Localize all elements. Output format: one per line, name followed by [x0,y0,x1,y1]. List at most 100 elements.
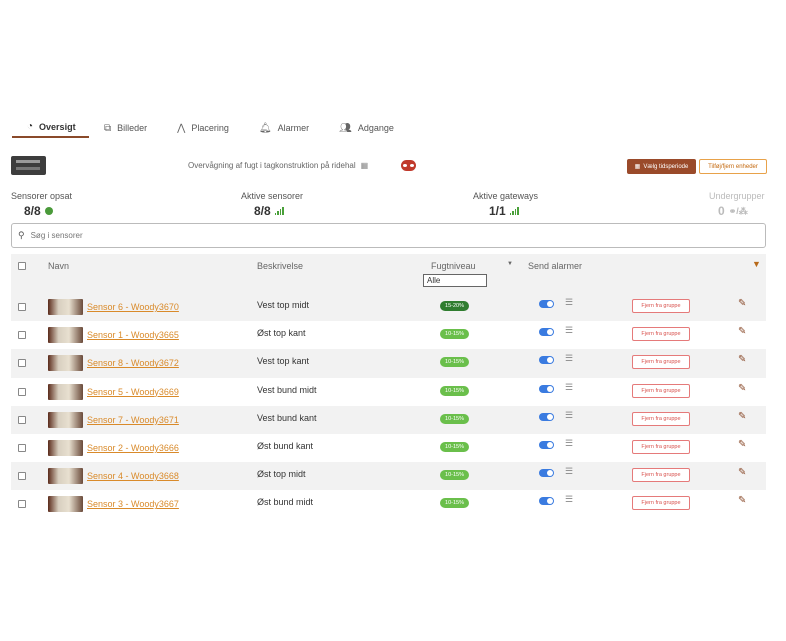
tab-billeder[interactable]: ⧉ Billeder [89,118,162,138]
sliders-icon[interactable]: ☰ [565,325,573,336]
sensor-thumbnail [48,383,83,400]
edit-icon[interactable]: ✎ [738,326,746,337]
sensor-description: Vest top midt [257,300,310,310]
map-icon[interactable]: ▦ [361,161,369,170]
tab-alarmer[interactable]: 🔔︎ Alarmer [244,118,324,138]
edit-icon[interactable]: ✎ [738,495,746,506]
row-checkbox[interactable] [18,500,26,509]
stat-sensors: Sensorer opsat 8/8 [11,191,72,218]
sliders-icon[interactable]: ☰ [565,494,573,505]
sensor-name-link[interactable]: Sensor 8 - Woody3672 [87,358,179,368]
users-icon: 👥︎ [339,122,352,134]
row-checkbox[interactable] [18,387,26,396]
row-checkbox[interactable] [18,415,26,424]
signal-icon [274,207,284,215]
alarm-toggle[interactable] [539,412,554,421]
sensor-name-link[interactable]: Sensor 5 - Woody3669 [87,387,179,397]
column-alarms[interactable]: Send alarmer [528,261,582,271]
moisture-badge: 10-15% [440,441,469,452]
search-input[interactable] [30,231,731,240]
sliders-icon[interactable]: ☰ [565,297,573,308]
add-remove-devices-button[interactable]: Tilføj/fjern enheder [699,159,767,174]
check-icon [44,207,53,215]
select-all-checkbox[interactable] [18,262,26,270]
sensor-thumbnail [48,299,83,315]
sensor-name-link[interactable]: Sensor 3 - Woody3667 [87,499,179,509]
stat-value: 1/1 [489,204,506,218]
remove-from-group-button[interactable]: Fjern fra gruppe [632,439,690,454]
sensor-name-link[interactable]: Sensor 1 - Woody3665 [87,330,179,340]
sensor-thumbnail [48,411,83,428]
stat-value-wrap: 8/8 [24,204,72,218]
stat-value: 0 [718,204,725,218]
edit-icon[interactable]: ✎ [738,383,746,394]
moisture-badge: 10-15% [440,329,469,340]
sensor-thumbnail [48,327,83,344]
remove-from-group-button[interactable]: Fjern fra gruppe [632,355,690,370]
alarm-toggle[interactable] [539,440,554,449]
row-checkbox[interactable] [18,359,26,368]
stat-value-wrap: 0 ⚭/⁂ [718,204,765,218]
table-row: Sensor 3 - Woody3667 Øst bund midt 10-15… [11,490,766,519]
remove-from-group-button[interactable]: Fjern fra gruppe [632,327,690,342]
tab-adgange[interactable]: 👥︎ Adgange [324,118,409,138]
remove-from-group-button[interactable]: Fjern fra gruppe [632,299,690,313]
alarm-toggle[interactable] [539,300,554,308]
alarm-toggle[interactable] [539,328,554,337]
row-checkbox[interactable] [18,443,26,452]
sensor-search: ⚲ [11,223,766,248]
row-checkbox[interactable] [18,303,26,311]
tab-placering[interactable]: ⋀ Placering [162,118,244,138]
table-body: Sensor 6 - Woody3670 Vest top midt 15-20… [11,293,766,519]
sliders-icon[interactable]: ☰ [565,466,573,477]
stat-value-wrap: 8/8 [254,204,303,218]
moisture-badge: 10-15% [440,385,469,396]
tab-label: Adgange [357,123,394,133]
alarm-toggle[interactable] [539,356,554,365]
stat-label: Sensorer opsat [11,191,73,201]
remove-from-group-button[interactable]: Fjern fra gruppe [632,468,690,483]
remove-from-group-button[interactable]: Fjern fra gruppe [632,411,690,426]
column-description[interactable]: Beskrivelse [257,261,303,271]
sensor-name-link[interactable]: Sensor 6 - Woody3670 [87,302,179,312]
edit-icon[interactable]: ✎ [738,354,746,365]
table-row: Sensor 6 - Woody3670 Vest top midt 15-20… [11,293,766,322]
table-row: Sensor 8 - Woody3672 Vest top kant 10-15… [11,349,766,378]
sliders-icon[interactable]: ☰ [565,382,573,393]
row-checkbox[interactable] [18,331,26,340]
select-period-button[interactable]: ▦ Vælg tidsperiode [627,159,696,174]
remove-from-group-button[interactable]: Fjern fra gruppe [632,496,690,511]
alarm-toggle[interactable] [539,384,554,393]
tab-oversigt[interactable]: ◔ Oversigt [12,118,89,138]
row-checkbox[interactable] [18,472,26,481]
table-row: Sensor 7 - Woody3671 Vest bund kant 10-1… [11,405,766,434]
sensor-name-link[interactable]: Sensor 7 - Woody3671 [87,415,179,425]
sliders-icon[interactable]: ☰ [565,438,573,449]
sliders-icon[interactable]: ☰ [565,410,573,421]
filter-icon[interactable]: ▼ [752,259,761,269]
edit-icon[interactable]: ✎ [738,439,746,450]
edit-icon[interactable]: ✎ [738,298,746,309]
tab-label: Oversigt [39,121,76,132]
sliders-icon[interactable]: ☰ [565,353,573,364]
sensor-description: Øst bund midt [257,497,314,508]
remove-from-group-button[interactable]: Fjern fra gruppe [632,383,690,398]
column-moisture[interactable]: Fugtniveau [431,261,476,271]
moisture-filter-select[interactable]: Alle [423,274,487,287]
sensor-description: Øst top kant [257,328,306,339]
edit-icon[interactable]: ✎ [738,411,746,422]
moisture-badge: 15-20% [440,301,469,311]
column-name[interactable]: Navn [48,261,69,271]
calendar-icon: ▦ [634,164,641,170]
tab-bar: ◔ Oversigt ⧉ Billeder ⋀ Placering 🔔︎ Ala… [12,118,409,142]
search-icon: ⚲ [18,230,25,240]
edit-icon[interactable]: ✎ [738,467,746,478]
sensor-name-link[interactable]: Sensor 4 - Woody3668 [87,471,179,481]
alarm-toggle[interactable] [539,497,554,506]
mask-icon[interactable] [401,160,416,171]
sensor-description: Vest bund midt [257,384,317,395]
signal-icon [509,207,519,215]
sensor-name-link[interactable]: Sensor 2 - Woody3666 [87,443,179,453]
sort-down-icon[interactable]: ▼ [507,261,513,267]
alarm-toggle[interactable] [539,469,554,478]
